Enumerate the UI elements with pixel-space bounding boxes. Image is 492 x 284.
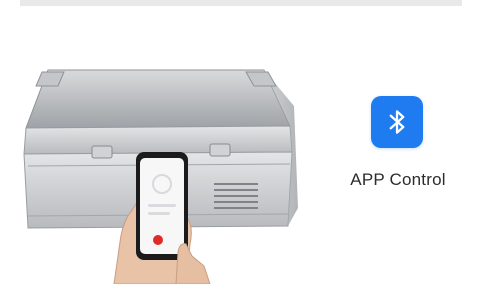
product-image — [18, 66, 308, 284]
bluetooth-badge — [371, 96, 423, 148]
bluetooth-icon — [389, 110, 405, 134]
app-control-label: APP Control — [350, 170, 446, 189]
top-divider-bar — [20, 0, 462, 6]
